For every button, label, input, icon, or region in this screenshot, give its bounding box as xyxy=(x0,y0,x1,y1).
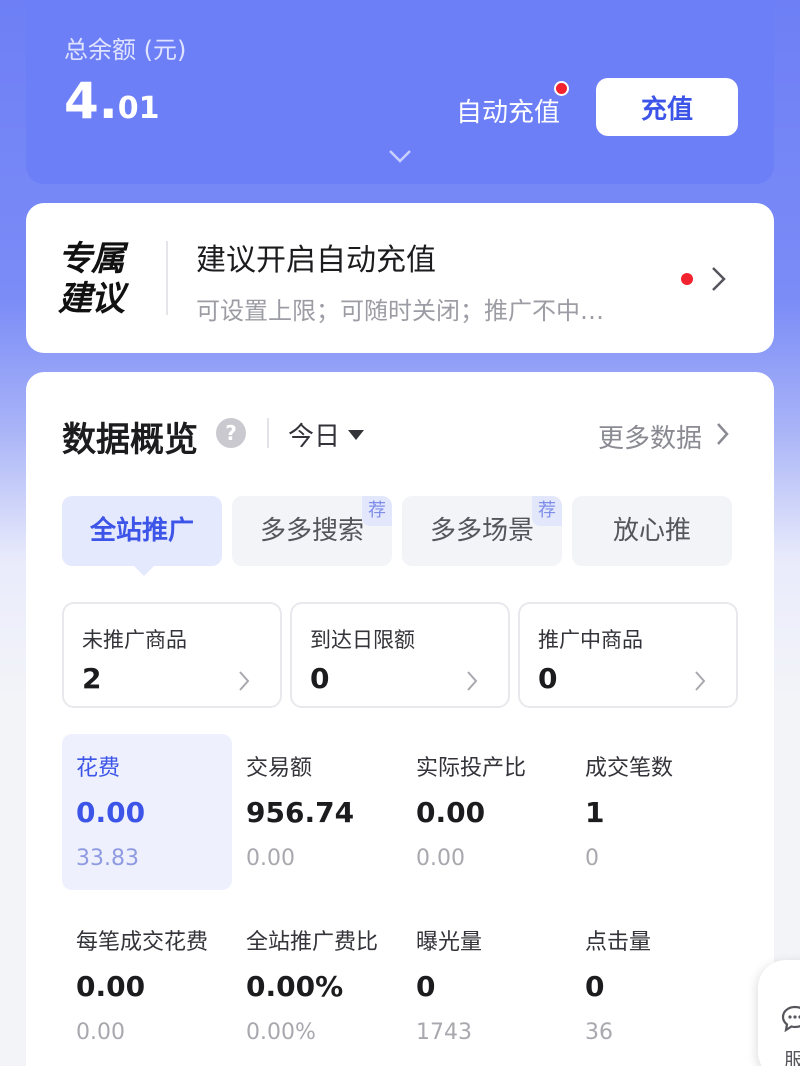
metric-value: 0 xyxy=(585,970,605,1003)
chevron-down-icon[interactable] xyxy=(388,148,412,164)
metric-label: 曝光量 xyxy=(416,930,483,955)
metric-label: 点击量 xyxy=(585,930,652,955)
chat-icon xyxy=(781,1005,800,1033)
chevron-right-icon xyxy=(712,267,726,291)
unpromoted-products-card[interactable]: 未推广商品 2 xyxy=(62,602,282,708)
exclusive-suggestion-badge: 专属 建议 xyxy=(58,239,138,319)
tab-site-promotion[interactable]: 全站推广 xyxy=(62,496,222,576)
overview-title: 数据概览 xyxy=(62,420,198,460)
metric-label: 实际投产比 xyxy=(416,756,527,781)
recharge-button[interactable]: 充值 xyxy=(596,78,738,136)
metric-value: 0.00% xyxy=(246,970,344,1003)
metric-value: 0.00 xyxy=(76,970,146,1003)
caret-down-icon xyxy=(348,429,365,440)
divider xyxy=(166,241,168,315)
metric-value: 0.00 xyxy=(76,796,146,829)
metric-value: 0.00 xyxy=(416,796,486,829)
suggestion-subtitle: 可设置上限；可随时关闭；推广不中… xyxy=(196,297,604,325)
balance-decimal: 01 xyxy=(117,91,160,126)
promotion-tabs: 全站推广 多多搜索 荐 多多场景 荐 放心推 xyxy=(62,496,732,576)
badge-line-2: 建议 xyxy=(58,279,125,319)
metric-compare: 0.00% xyxy=(246,1020,316,1045)
divider xyxy=(267,418,269,448)
metric-label: 每笔成交花费 xyxy=(76,930,209,955)
tab-label: 全站推广 xyxy=(89,516,194,546)
chevron-right-icon xyxy=(239,671,250,691)
tab-label: 多多搜索 xyxy=(259,516,364,546)
balance-integer: 4. xyxy=(64,72,118,130)
card-value: 0 xyxy=(310,662,330,695)
metric-label: 全站推广费比 xyxy=(246,930,379,955)
metric-value: 0 xyxy=(416,970,436,1003)
balance-label: 总余额 (元) xyxy=(64,36,187,64)
metric-label: 交易额 xyxy=(246,756,313,781)
metric-compare: 0.00 xyxy=(416,846,465,871)
metric-compare: 36 xyxy=(585,1020,613,1045)
chevron-right-icon[interactable] xyxy=(716,422,730,446)
card-label: 到达日限额 xyxy=(310,628,415,652)
tab-duoduo-scene[interactable]: 多多场景 荐 xyxy=(402,496,562,566)
suggestion-card[interactable]: 专属 建议 建议开启自动充值 可设置上限；可随时关闭；推广不中… xyxy=(26,203,774,353)
metric-gmv[interactable]: 交易额 956.74 0.00 xyxy=(232,734,402,890)
metric-clicks[interactable]: 点击量 0 36 xyxy=(571,908,741,1064)
tab-worry-free[interactable]: 放心推 xyxy=(572,496,732,566)
suggestion-title: 建议开启自动充值 xyxy=(196,243,436,278)
card-value: 0 xyxy=(538,662,558,695)
product-status-cards: 未推广商品 2 到达日限额 0 推广中商品 0 xyxy=(62,602,738,708)
auto-recharge-link[interactable]: 自动充值 xyxy=(456,92,560,129)
tab-duoduo-search[interactable]: 多多搜索 荐 xyxy=(232,496,392,566)
metric-value: 1 xyxy=(585,796,605,829)
notice-dot xyxy=(554,81,569,96)
data-overview-card: 数据概览 ? 今日 更多数据 全站推广 多多搜索 荐 多多场景 荐 放心推 未推… xyxy=(26,372,774,1066)
period-dropdown[interactable]: 今日 xyxy=(288,416,365,453)
help-icon[interactable]: ? xyxy=(216,418,246,448)
chevron-right-icon xyxy=(467,671,478,691)
balance-card: 总余额 (元) 4.01 自动充值 充值 xyxy=(26,0,774,184)
metric-value: 956.74 xyxy=(246,796,355,829)
metric-compare: 1743 xyxy=(416,1020,472,1045)
badge-line-1: 专属 xyxy=(58,239,125,279)
card-label: 推广中商品 xyxy=(538,628,643,652)
metric-label: 成交笔数 xyxy=(585,756,674,781)
metric-label: 花费 xyxy=(76,756,121,781)
metric-compare: 33.83 xyxy=(76,846,139,871)
recommend-badge: 荐 xyxy=(362,496,392,526)
metric-compare: 0 xyxy=(585,846,599,871)
more-data-link[interactable]: 更多数据 xyxy=(598,418,702,455)
recommend-badge: 荐 xyxy=(532,496,562,526)
service-label: 服 xyxy=(784,1048,800,1066)
metric-roi[interactable]: 实际投产比 0.00 0.00 xyxy=(402,734,572,890)
metric-impressions[interactable]: 曝光量 0 1743 xyxy=(402,908,572,1064)
customer-service-button[interactable]: 服 xyxy=(758,960,800,1066)
metric-promotion-cost-ratio[interactable]: 全站推广费比 0.00% 0.00% xyxy=(232,908,402,1064)
tab-label: 多多场景 xyxy=(429,516,534,546)
metric-cost-per-order[interactable]: 每笔成交花费 0.00 0.00 xyxy=(62,908,232,1064)
card-label: 未推广商品 xyxy=(82,628,187,652)
tab-label: 放心推 xyxy=(612,516,691,546)
period-value: 今日 xyxy=(288,422,341,452)
metric-orders[interactable]: 成交笔数 1 0 xyxy=(571,734,741,890)
balance-value: 4.01 xyxy=(64,72,160,130)
chevron-right-icon xyxy=(695,671,706,691)
promoting-products-card[interactable]: 推广中商品 0 xyxy=(518,602,738,708)
metric-spend[interactable]: 花费 0.00 33.83 xyxy=(62,734,232,890)
metric-compare: 0.00 xyxy=(76,1020,125,1045)
tab-pointer xyxy=(134,566,154,576)
card-value: 2 xyxy=(82,662,102,695)
metric-compare: 0.00 xyxy=(246,846,295,871)
notice-dot xyxy=(681,273,693,285)
daily-limit-reached-card[interactable]: 到达日限额 0 xyxy=(290,602,510,708)
